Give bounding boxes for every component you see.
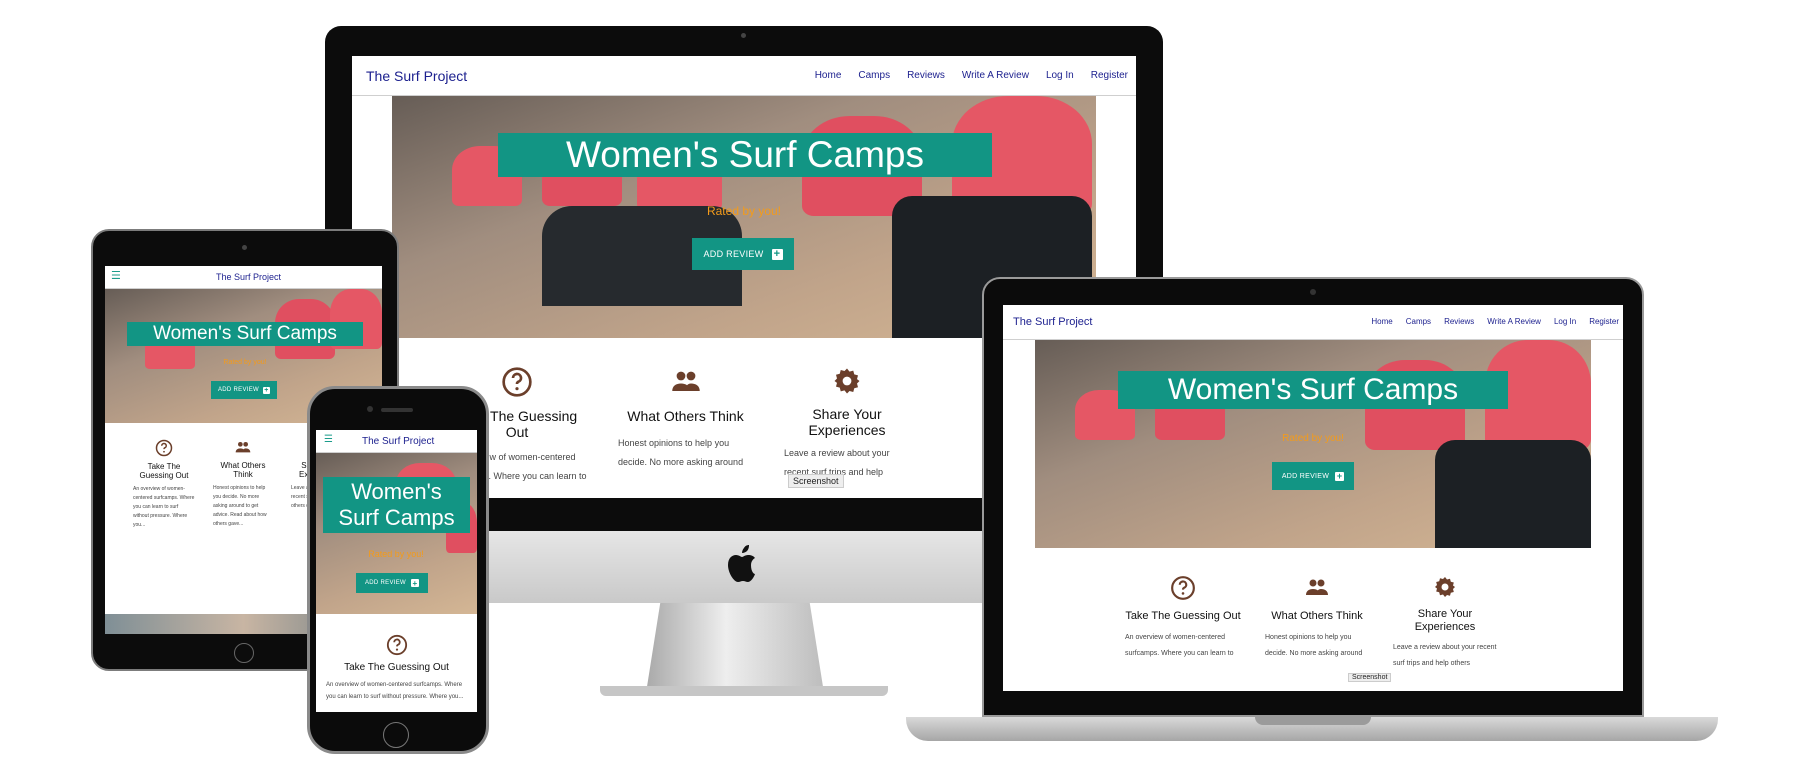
feature-title: Take The Guessing Out — [139, 462, 189, 480]
screenshot-tooltip: Screenshot — [1348, 673, 1392, 682]
laptop-navbar: The Surf Project Home Camps Reviews Writ… — [1003, 305, 1623, 340]
desktop-navbar: The Surf Project Home Camps Reviews Writ… — [352, 56, 1136, 96]
plus-icon: + — [263, 386, 270, 394]
feature-card: Take The Guessing Out An overview of wom… — [326, 634, 467, 709]
screenshot-tooltip: Screenshot — [788, 474, 844, 488]
add-review-label: ADD REVIEW — [1281, 472, 1330, 480]
hero-title-banner: Women's Surf Camps — [127, 322, 363, 346]
laptop-camera — [1310, 289, 1316, 295]
question-circle-icon — [133, 439, 195, 457]
feature-card: Share Your Experiences Leave a review ab… — [784, 366, 910, 484]
tablet-home-button[interactable] — [234, 643, 254, 663]
hero-subtitle: Rated by you! — [368, 549, 424, 559]
surfer-legs — [1435, 440, 1591, 548]
plus-icon: + — [411, 578, 419, 588]
nav-register[interactable]: Register — [1589, 317, 1619, 326]
feature-title: Share Your Experiences — [808, 406, 886, 438]
question-circle-icon — [326, 634, 467, 656]
laptop-screen: The Surf Project Home Camps Reviews Writ… — [1003, 305, 1623, 691]
feature-title: What Others Think — [627, 408, 744, 424]
gear-icon — [1393, 575, 1497, 599]
brand-link[interactable]: The Surf Project — [362, 436, 434, 447]
hero-title-line: Surf Camps — [338, 505, 455, 530]
people-icon — [213, 439, 273, 455]
nav-log-in[interactable]: Log In — [1046, 70, 1074, 81]
feature-card: Take The Guessing Out An overview of wom… — [133, 439, 195, 555]
phone-camera — [367, 406, 373, 412]
people-icon — [1265, 575, 1369, 599]
add-review-label: ADD REVIEW — [703, 249, 764, 259]
feature-body: Honest opinions to help you decide. No m… — [1265, 634, 1363, 657]
brand-link[interactable]: The Surf Project — [366, 68, 467, 84]
desktop-nav-links: Home Camps Reviews Write A Review Log In… — [815, 70, 1128, 81]
hero-image: Women's Surf Camps Rated by you! ADD REV… — [1035, 340, 1591, 548]
people-icon — [618, 366, 753, 396]
add-review-button[interactable]: ADD REVIEW + — [356, 573, 428, 593]
nav-reviews[interactable]: Reviews — [907, 70, 945, 81]
phone-screen: ☰ The Surf Project Women's Surf Camps Ra… — [316, 430, 477, 712]
nav-camps[interactable]: Camps — [1406, 317, 1431, 326]
phone-navbar: ☰ The Surf Project — [316, 430, 477, 453]
plus-icon: + — [1335, 471, 1345, 481]
hero-title-banner: Women's Surf Camps — [323, 477, 470, 533]
tablet-camera — [242, 245, 247, 250]
laptop-notch — [1255, 717, 1371, 725]
add-review-button[interactable]: ADD REVIEW + — [211, 381, 277, 399]
feature-card: Take The Guessing Out An overview of wom… — [1125, 575, 1241, 664]
brand-link[interactable]: The Surf Project — [1013, 316, 1092, 328]
add-review-label: ADD REVIEW — [364, 580, 406, 586]
desktop-foot — [600, 686, 888, 696]
feature-card: What Others Think Honest opinions to hel… — [1265, 575, 1369, 664]
hero-title-banner: Women's Surf Camps — [498, 133, 992, 177]
feature-card: What Others Think Honest opinions to hel… — [618, 366, 753, 474]
hero-title-banner: Women's Surf Camps — [1118, 371, 1508, 409]
feature-body: Leave a review about your recent surf tr… — [1393, 644, 1497, 667]
hero-subtitle: Rated by you! — [706, 204, 782, 218]
hero-title-line: Women's — [351, 479, 442, 504]
hamburger-menu-icon[interactable]: ☰ — [111, 269, 121, 282]
feature-body: An overview of women-centered surfcamps.… — [133, 486, 195, 528]
add-review-button[interactable]: ADD REVIEW + — [1272, 462, 1354, 490]
nav-write-review[interactable]: Write A Review — [1487, 317, 1541, 326]
nav-home[interactable]: Home — [815, 70, 842, 81]
feature-title: What Others Think — [1271, 610, 1363, 622]
gear-icon — [784, 366, 910, 396]
feature-title: Take The Guessing Out — [344, 662, 449, 673]
add-review-button[interactable]: ADD REVIEW + — [692, 238, 794, 270]
feature-title: What Others Think — [220, 461, 266, 479]
tablet-navbar: ☰ The Surf Project — [105, 266, 382, 289]
brand-link[interactable]: The Surf Project — [216, 272, 281, 282]
apple-logo-icon — [727, 544, 761, 584]
desktop-stand — [646, 603, 824, 693]
plus-icon: + — [771, 248, 783, 260]
nav-log-in[interactable]: Log In — [1554, 317, 1576, 326]
laptop-nav-links: Home Camps Reviews Write A Review Log In… — [1371, 317, 1619, 326]
phone-speaker — [381, 408, 413, 412]
nav-camps[interactable]: Camps — [858, 70, 890, 81]
nav-write-review[interactable]: Write A Review — [962, 70, 1029, 81]
feature-card: What Others Think Honest opinions to hel… — [213, 439, 273, 540]
hero-subtitle: Rated by you! — [1282, 433, 1344, 444]
feature-title: Share Your Experiences — [1414, 608, 1476, 633]
nav-home[interactable]: Home — [1371, 317, 1392, 326]
feature-body: Honest opinions to help you decide. No m… — [618, 438, 744, 467]
question-circle-icon — [1125, 575, 1241, 601]
desktop-camera — [741, 33, 746, 38]
add-review-label: ADD REVIEW — [217, 387, 259, 393]
hero-subtitle: Rated by you! — [223, 359, 267, 366]
feature-body: An overview of women-centered surfcamps.… — [326, 682, 464, 700]
feature-body: Honest opinions to help you decide. No m… — [213, 485, 267, 527]
feature-title: Take The Guessing Out — [1125, 610, 1241, 622]
hamburger-menu-icon[interactable]: ☰ — [324, 434, 333, 445]
nav-reviews[interactable]: Reviews — [1444, 317, 1474, 326]
nav-register[interactable]: Register — [1091, 70, 1128, 81]
hero-image: Women's Surf Camps Rated by you! ADD REV… — [316, 453, 477, 614]
feature-card: Share Your Experiences Leave a review ab… — [1393, 575, 1497, 674]
phone-home-button[interactable] — [383, 722, 409, 748]
feature-body: An overview of women-centered surfcamps.… — [1125, 634, 1234, 657]
